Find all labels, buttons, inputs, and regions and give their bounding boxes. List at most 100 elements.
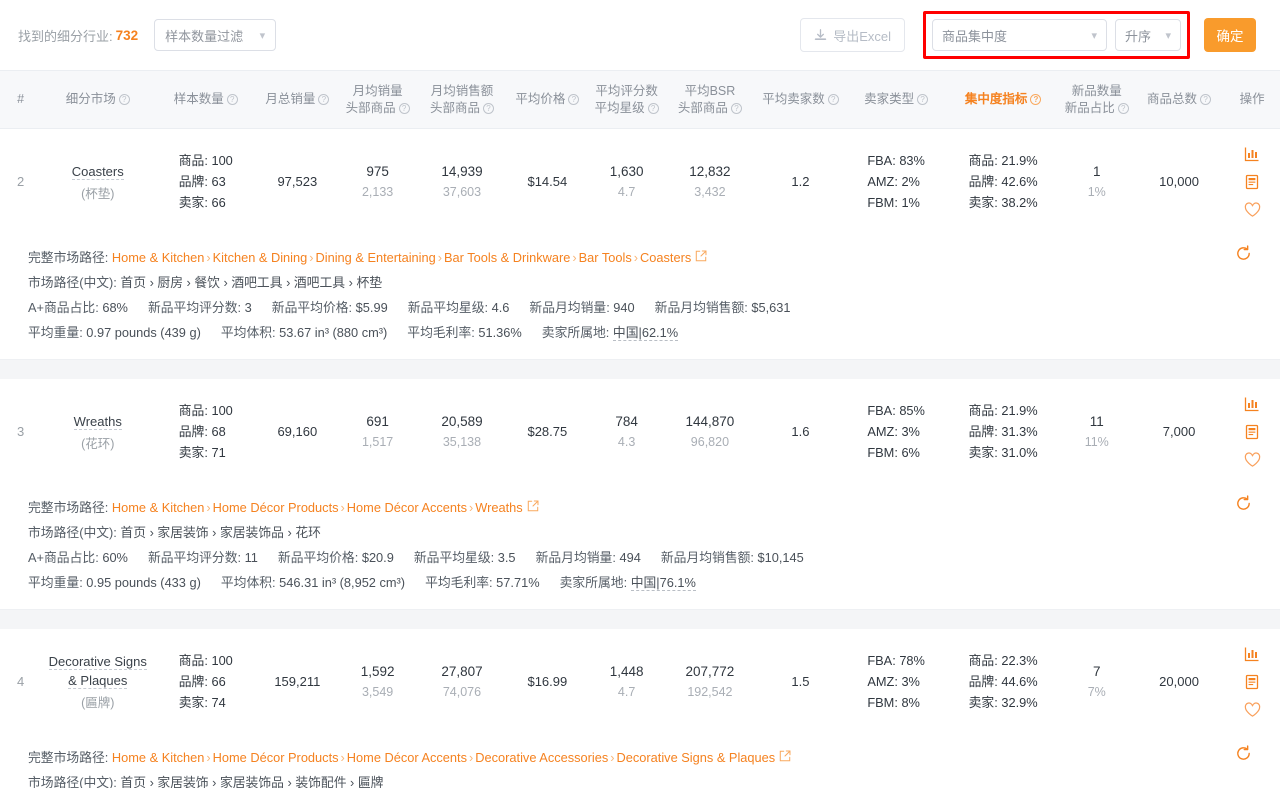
table-row: 3 Wreaths (花环) 商品: 100 品牌: 68 卖家: 71 69,160 691… <box>0 379 1280 485</box>
detail-full-path: 完整市场路径: Home & Kitchen › Home Décor Produc… <box>28 745 1280 770</box>
cell-seller-type: FBA: 78% AMZ: 3% FBM: 8% <box>846 629 947 735</box>
report-icon[interactable] <box>1244 174 1260 190</box>
path-segment-link[interactable]: Decorative Signs & Plaques <box>617 750 776 765</box>
path-segment-link[interactable]: Home Décor Accents <box>347 750 467 765</box>
help-icon[interactable]: ? <box>398 102 410 114</box>
full-path-label: 完整市场路径: <box>28 499 112 515</box>
refresh-icon[interactable] <box>1235 744 1252 765</box>
cell-avg-price: $16.99 <box>527 674 568 689</box>
sort-direction-select[interactable]: 升序 ▾ <box>1115 19 1181 51</box>
detail-metric: 新品平均价格: $20.9 <box>277 549 394 565</box>
path-segment-link[interactable]: Home & Kitchen <box>112 500 204 515</box>
path-segment-link[interactable]: Home & Kitchen <box>112 250 204 265</box>
avg-rating-secondary: 4.7 <box>617 685 636 699</box>
separator-band <box>0 358 1280 379</box>
sort-field-select[interactable]: 商品集中度 ▾ <box>932 19 1107 51</box>
detail-panel: 完整市场路径: Home & Kitchen › Kitchen & Dining ›… <box>0 235 1280 359</box>
market-name-link[interactable]: Decorative Signs & Plaques <box>48 654 147 689</box>
path-segment-link[interactable]: Home Décor Accents <box>347 500 467 515</box>
path-segment-link[interactable]: Home Décor Products <box>213 500 339 515</box>
cell-avg-monthly-revenue: 20,589 35,138 <box>418 379 506 485</box>
seller-type-breakdown-item: FBM: 6% <box>867 445 920 460</box>
path-segment-link[interactable]: Bar Tools <box>579 250 632 265</box>
cell-actions <box>1224 379 1280 485</box>
help-icon[interactable]: ? <box>1117 102 1129 114</box>
path-segment-link[interactable]: Home & Kitchen <box>112 750 204 765</box>
help-icon[interactable]: ? <box>917 94 929 105</box>
avg-monthly-revenue-primary: 14,939 <box>441 164 483 180</box>
help-icon[interactable]: ? <box>730 102 742 114</box>
cell-market[interactable]: Decorative Signs & Plaques (匾牌) <box>41 629 154 735</box>
column-header-line1: 月均销量 <box>352 83 403 98</box>
path-segment-link[interactable]: Dining & Entertaining <box>316 250 436 265</box>
external-link-icon[interactable] <box>527 500 539 515</box>
market-name-link[interactable]: Coasters <box>71 163 124 180</box>
detail-metric: A+商品占比: 68% <box>28 299 128 315</box>
detail-metric: 平均体积: 546.31 in³ (8,952 cm³) <box>220 574 406 590</box>
avg-rating-primary: 1,448 <box>609 664 644 679</box>
cell-avg-rating: 1,448 4.7 <box>589 629 665 735</box>
column-header-total_products: 商品总数? <box>1133 70 1225 129</box>
concentration-breakdown-item: 品牌: 42.6% <box>968 174 1038 190</box>
help-icon[interactable]: ? <box>1200 94 1212 105</box>
sample-breakdown: 商品: 100 品牌: 66 卖家: 74 <box>179 650 233 713</box>
cell-avg-price: $28.75 <box>527 424 568 439</box>
path-segment-link[interactable]: Coasters <box>640 250 691 265</box>
detail-metrics-row-2: 平均重量: 0.95 pounds (433 g) 平均体积: 546.31 in… <box>28 570 1280 595</box>
refresh-icon[interactable] <box>1235 494 1252 515</box>
cell-market[interactable]: Coasters (杯垫) <box>41 129 154 235</box>
help-icon[interactable]: ? <box>827 94 839 105</box>
new-products-secondary: 1% <box>1087 185 1106 200</box>
refresh-row-button[interactable] <box>1235 244 1252 265</box>
bar-chart-icon[interactable] <box>1244 646 1260 662</box>
help-icon[interactable]: ? <box>226 94 238 105</box>
sample-breakdown: 商品: 100 品牌: 68 卖家: 71 <box>179 400 233 463</box>
help-icon[interactable]: ? <box>647 102 659 114</box>
avg-monthly-sales: 1,592 3,549 <box>339 661 415 702</box>
column-header-line2: 平均星级? <box>595 100 659 117</box>
report-icon[interactable] <box>1244 424 1260 440</box>
help-icon[interactable]: ? <box>482 102 494 114</box>
avg-rating-secondary: 4.7 <box>617 185 636 200</box>
bar-chart-icon[interactable] <box>1244 146 1260 162</box>
heart-icon[interactable] <box>1244 202 1261 218</box>
cell-sample-count: 商品: 100 品牌: 68 卖家: 71 <box>154 379 257 485</box>
column-header-avg_monthly_revenue_top: 月均销售额 头部商品? <box>417 70 507 129</box>
help-icon[interactable]: ? <box>318 94 330 105</box>
refresh-row-button[interactable] <box>1235 494 1252 515</box>
external-link-icon[interactable] <box>779 750 791 765</box>
cell-new-products: 1 1% <box>1060 129 1134 235</box>
market-name-link[interactable]: Wreaths <box>73 413 122 430</box>
heart-icon[interactable] <box>1244 701 1261 718</box>
export-excel-button[interactable]: 导出Excel <box>800 18 905 52</box>
new-products-secondary: 11% <box>1084 435 1109 449</box>
help-icon[interactable]: ? <box>1030 94 1042 105</box>
detail-metric: 新品平均星级: 3.5 <box>413 549 516 565</box>
refresh-row-button[interactable] <box>1235 744 1252 765</box>
detail-metric: 新品月均销售额: $5,631 <box>654 299 791 315</box>
external-link-icon[interactable] <box>695 250 707 265</box>
column-header-line1: # <box>17 92 25 106</box>
help-icon[interactable]: ? <box>118 94 130 105</box>
path-segment-link[interactable]: Kitchen & Dining <box>213 250 308 265</box>
help-icon[interactable]: ? <box>568 94 580 105</box>
table-detail-row: 完整市场路径: Home & Kitchen › Home Décor Produc… <box>0 485 1280 609</box>
cell-market[interactable]: Wreaths (花环) <box>41 379 154 485</box>
path-segment-link[interactable]: Bar Tools & Drinkware <box>444 250 570 265</box>
path-separator: › <box>206 249 211 265</box>
bar-chart-icon[interactable] <box>1244 396 1260 412</box>
avg-monthly-sales-primary: 975 <box>366 164 389 180</box>
heart-icon[interactable] <box>1244 451 1261 468</box>
cell-total-products: 10,000 <box>1159 174 1199 190</box>
refresh-icon[interactable] <box>1235 244 1252 265</box>
confirm-button[interactable]: 确定 <box>1204 18 1256 52</box>
path-segment-link[interactable]: Wreaths <box>475 500 522 515</box>
cell-avg-bsr: 12,832 3,432 <box>665 129 756 235</box>
avg-rating-secondary: 4.3 <box>617 435 636 449</box>
path-segment-link[interactable]: Home Décor Products <box>213 750 339 765</box>
avg-monthly-sales: 975 2,133 <box>339 161 415 202</box>
path-segment-link[interactable]: Decorative Accessories <box>475 750 608 765</box>
report-icon[interactable] <box>1244 674 1260 690</box>
sample-count-filter-dropdown[interactable]: 样本数量过滤 ▾ <box>154 19 277 51</box>
detail-metrics-row-1: A+商品占比: 60% 新品平均评分数: 11 新品平均价格: $20.9 新品平均星… <box>28 545 1280 570</box>
